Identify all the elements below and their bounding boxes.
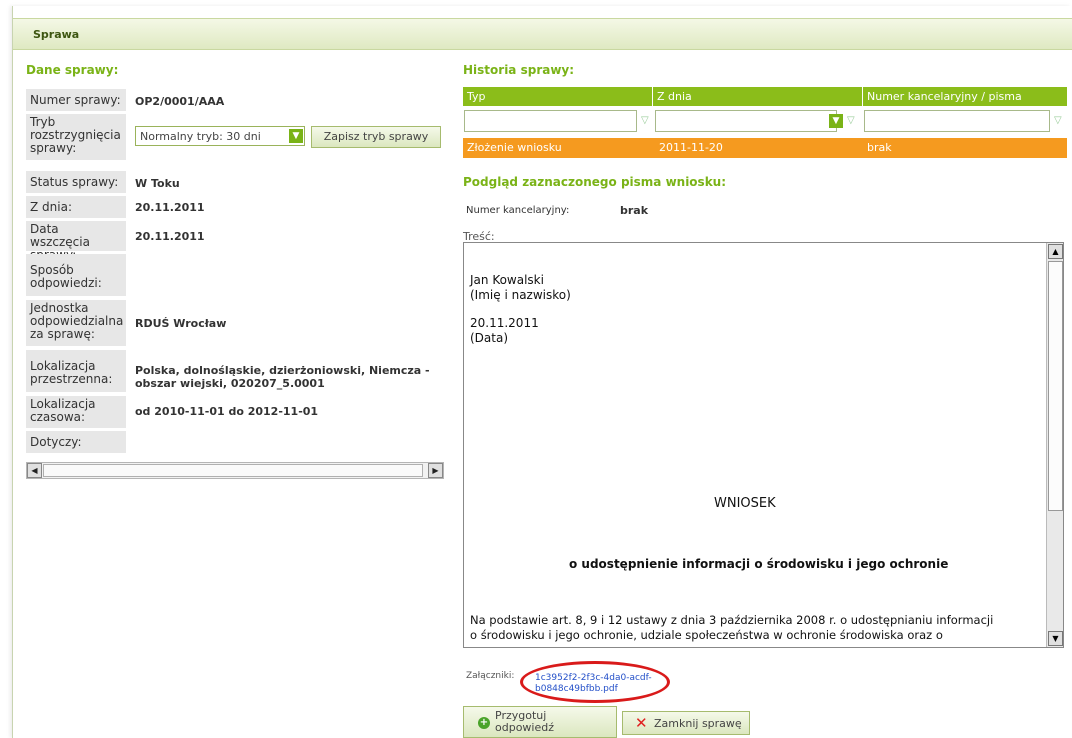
numer-kancelaryjny-label: Numer kancelaryjny: [466,205,570,216]
doc-name: Jan Kowalski [470,273,544,287]
doc-body-line2: o środowisku i jego ochronie, udziale sp… [470,628,943,642]
label-z-dnia: Z dnia: [26,196,126,218]
filter-icon[interactable]: ▽ [847,115,855,126]
plus-icon: + [478,717,490,729]
document-preview[interactable]: Jan Kowalski (Imię i nazwisko) 20.11.201… [463,242,1064,648]
column-numer[interactable]: Numer kancelaryjny / pisma [863,87,1067,106]
label-data-wszczecia: Data wszczęcia sprawy: [26,221,126,262]
label-sposob: Sposób odpowiedzi: [26,254,126,296]
dane-sprawy-title: Dane sprawy: [26,63,119,77]
filter-icon[interactable]: ▽ [1054,115,1062,126]
table-row[interactable]: Złożenie wniosku 2011-11-20 brak [463,138,1067,158]
value-jednostka: RDUŚ Wrocław [135,317,227,330]
chevron-down-icon[interactable]: ▼ [289,129,303,143]
panel-header: Sprawa [13,18,1072,50]
close-case-button[interactable]: ✕ Zamknij sprawę [622,711,750,735]
value-lokalizacja-czasowa: od 2010-11-01 do 2012-11-01 [135,405,319,418]
scroll-left-icon[interactable]: ◀ [27,463,42,478]
label-numer-sprawy: Numer sprawy: [26,89,126,111]
vertical-scrollbar[interactable]: ▲ ▼ [1046,243,1063,647]
chevron-down-icon[interactable]: ▼ [829,114,843,128]
doc-heading: WNIOSEK [714,496,776,511]
prepare-response-button[interactable]: + Przygotuj odpowiedź [463,706,617,738]
history-grid-header: Typ Z dnia Numer kancelaryjny / pisma [463,87,1067,106]
tryb-select-value: Normalny tryb: 30 dni [140,130,261,143]
close-icon: ✕ [635,714,648,732]
zalaczniki-label: Załączniki: [466,671,515,681]
horizontal-scrollbar[interactable]: ◀ ▶ [26,462,444,479]
scroll-up-icon[interactable]: ▲ [1048,244,1063,259]
cell-numer: brak [867,141,892,154]
historia-title: Historia sprawy: [463,63,575,77]
doc-name-caption: (Imię i nazwisko) [470,288,571,302]
scroll-thumb[interactable] [1048,261,1063,511]
filter-icon[interactable]: ▽ [641,115,649,126]
column-typ[interactable]: Typ [463,87,653,106]
scroll-right-icon[interactable]: ▶ [428,463,443,478]
doc-date: 20.11.2011 [470,316,539,330]
value-lokalizacja-przestrzenna: Polska, dolnośląskie, dzierżoniowski, Ni… [135,364,430,390]
tryb-select[interactable]: Normalny tryb: 30 dni ▼ [135,126,305,146]
label-status: Status sprawy: [26,171,126,193]
scroll-down-icon[interactable]: ▼ [1048,631,1063,646]
save-tryb-button[interactable]: Zapisz tryb sprawy [311,126,441,148]
highlight-annotation [520,661,670,703]
label-lokalizacja-czasowa: Lokalizacja czasowa: [26,396,126,428]
value-z-dnia: 20.11.2011 [135,201,205,214]
history-filter-row: ▽ ▼ ▽ ▽ [463,108,1067,134]
doc-date-caption: (Data) [470,331,509,345]
doc-body-line1: Na podstawie art. 8, 9 i 12 ustawy z dni… [470,613,994,627]
podglad-title: Podgląd zaznaczonego pisma wniosku: [463,175,727,189]
label-tryb: Tryb rozstrzygnięcia sprawy: [26,114,126,160]
value-data-wszczecia: 20.11.2011 [135,230,205,243]
column-z-dnia[interactable]: Z dnia [653,87,863,106]
value-status: W Toku [135,177,180,190]
filter-date-input[interactable] [655,110,837,132]
label-lokalizacja-przestrzenna: Lokalizacja przestrzenna: [26,350,126,392]
label-jednostka: Jednostka odpowiedzialna za sprawę: [26,300,126,346]
cell-date: 2011-11-20 [659,141,723,154]
numer-kancelaryjny-value: brak [620,204,649,217]
doc-subheading: o udostępnienie informacji o środowisku … [569,557,949,571]
filter-numer-input[interactable] [864,110,1050,132]
label-dotyczy: Dotyczy: [26,431,126,453]
cell-typ: Złożenie wniosku [467,141,562,154]
value-numer-sprawy: OP2/0001/AAA [135,95,225,108]
filter-typ-input[interactable] [464,110,637,132]
panel-title: Sprawa [33,28,80,41]
scroll-thumb[interactable] [43,464,423,477]
close-case-label: Zamknij sprawę [654,717,742,730]
prepare-response-label: Przygotuj odpowiedź [495,709,555,734]
